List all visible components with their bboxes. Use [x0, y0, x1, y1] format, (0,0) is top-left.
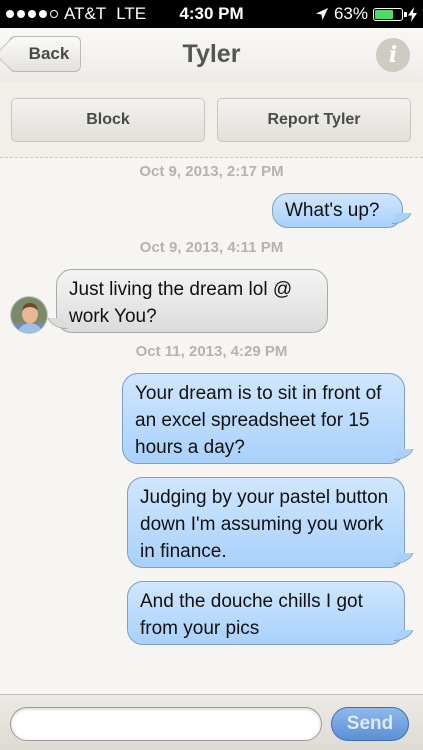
compose-bar: Send: [0, 694, 423, 750]
timestamp: Oct 9, 2013, 4:11 PM: [139, 239, 284, 256]
message-input[interactable]: [10, 707, 322, 741]
battery-level-fill: [375, 9, 393, 19]
message-bubble-outgoing: Judging by your pastel button down I'm a…: [127, 477, 405, 568]
nav-bar: Back Tyler i: [0, 28, 423, 82]
battery-percent: 63%: [333, 4, 368, 23]
block-button[interactable]: Block: [11, 98, 205, 142]
timestamp: Oct 11, 2013, 4:29 PM: [135, 343, 288, 360]
status-bar: AT&T LTE 4:30 PM 63%: [0, 0, 423, 28]
battery-icon: [373, 7, 407, 21]
info-icon[interactable]: i: [376, 38, 410, 72]
action-bar: Block Report Tyler: [0, 82, 423, 158]
status-right: 63%: [315, 4, 417, 24]
charging-bolt-icon: [408, 6, 417, 22]
send-button[interactable]: Send: [331, 707, 409, 741]
page-title: Tyler: [182, 40, 241, 68]
message-bubble-outgoing: What's up?: [272, 193, 403, 228]
timestamp: Oct 9, 2013, 2:17 PM: [139, 163, 284, 180]
message-bubble-outgoing: And the douche chills I got from your pi…: [127, 581, 405, 645]
report-button[interactable]: Report Tyler: [217, 98, 411, 142]
contact-photo: [11, 297, 47, 333]
avatar: [10, 296, 48, 334]
message-bubble-incoming: Just living the dream lol @ work You?: [56, 269, 328, 333]
location-arrow-icon: [315, 8, 328, 20]
message-bubble-outgoing: Your dream is to sit in front of an exce…: [122, 373, 405, 464]
